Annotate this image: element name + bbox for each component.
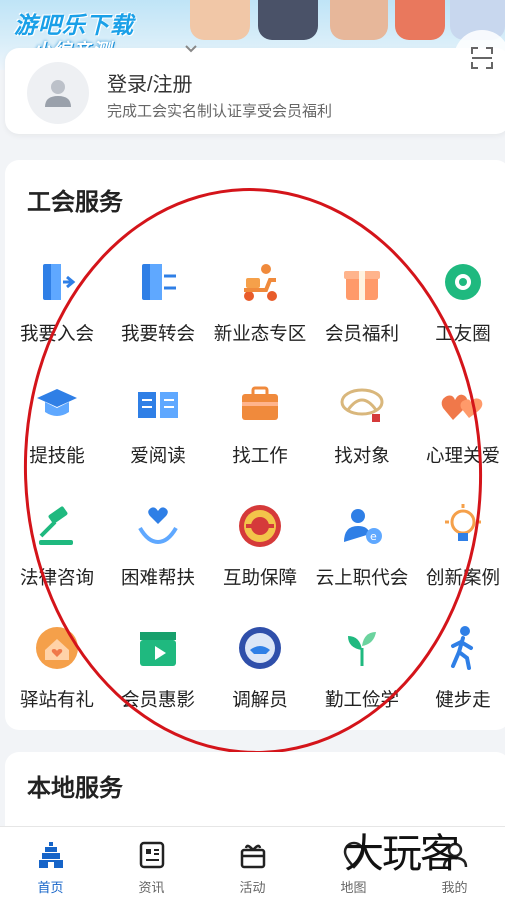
profile-icon (442, 842, 467, 868)
service-item[interactable]: 新业态专区 (209, 258, 311, 368)
nav-map[interactable]: 地图 (303, 827, 404, 898)
service-item[interactable]: 困难帮扶 (107, 502, 209, 612)
login-card[interactable]: 登录/注册 完成工会实名制认证享受会员福利 (5, 48, 505, 134)
service-label: 找工作 (232, 446, 288, 467)
svg-text:e: e (370, 530, 377, 543)
service-label: 互助保障 (222, 568, 297, 589)
nav-label: 首页 (37, 881, 64, 896)
login-subtitle: 完成工会实名制认证享受会员福利 (107, 102, 333, 120)
service-item[interactable]: 勤工俭学 (311, 624, 413, 734)
lightbulb-icon (439, 502, 487, 550)
service-item[interactable]: 健步走 (412, 624, 505, 734)
service-label: 健步走 (435, 690, 491, 711)
service-item[interactable]: 驿站有礼 (6, 624, 108, 734)
login-register-link[interactable]: 登录/注册 (107, 68, 193, 97)
chevron-down-icon[interactable] (184, 44, 198, 54)
delivery-scooter-icon (236, 258, 284, 306)
banner-illustration (395, 0, 445, 40)
service-label: 云上职代会 (315, 568, 409, 589)
nav-label: 活动 (239, 881, 266, 896)
service-label: 找对象 (334, 446, 390, 467)
service-item[interactable]: 互助保障 (209, 502, 311, 612)
service-label: 新业态专区 (213, 324, 307, 345)
service-item[interactable]: 找对象 (311, 380, 413, 490)
door-enter-icon (33, 258, 81, 306)
graduation-cap-icon (33, 380, 81, 428)
service-item[interactable]: 创新案例 (412, 502, 505, 612)
banner-illustration (330, 0, 388, 40)
nav-label: 我的 (441, 881, 468, 896)
service-label: 会员福利 (324, 324, 399, 345)
nav-label: 地图 (340, 881, 367, 896)
scan-button[interactable] (454, 30, 505, 86)
film-clapper-icon (134, 624, 182, 672)
service-label: 心理关爱 (425, 446, 500, 467)
nav-label: 资讯 (138, 881, 165, 896)
service-label: 法律咨询 (19, 568, 94, 589)
walking-person-icon (439, 624, 487, 672)
service-label: 驿站有礼 (19, 690, 94, 711)
nav-home[interactable]: 首页 (0, 827, 101, 898)
user-network-icon: e (338, 502, 386, 550)
helping-hands-icon (134, 502, 182, 550)
union-emblem-icon (236, 502, 284, 550)
service-item[interactable]: 找工作 (209, 380, 311, 490)
service-item[interactable]: 爱阅读 (107, 380, 209, 490)
hearts-icon (439, 380, 487, 428)
gift-box-icon (338, 258, 386, 306)
activity-gift-icon (240, 844, 265, 869)
camera-aperture-icon (439, 258, 487, 306)
user-avatar-icon (45, 80, 71, 107)
map-icon (343, 841, 364, 869)
service-item[interactable]: 会员福利 (311, 258, 413, 368)
avatar[interactable] (27, 62, 89, 124)
service-item[interactable]: 心理关爱 (412, 380, 505, 490)
service-item[interactable]: 我要入会 (6, 258, 108, 368)
service-item[interactable]: 法律咨询 (6, 502, 108, 612)
open-book-icon (134, 380, 182, 428)
gavel-icon (33, 502, 81, 550)
service-label: 爱阅读 (130, 446, 186, 467)
nav-news[interactable]: 资讯 (101, 827, 202, 898)
service-item[interactable]: 我要转会 (107, 258, 209, 368)
house-heart-icon (33, 624, 81, 672)
service-label: 工友圈 (435, 324, 491, 345)
service-item[interactable]: 调解员 (209, 624, 311, 734)
service-item[interactable]: 工友圈 (412, 258, 505, 368)
service-label: 困难帮扶 (120, 568, 195, 589)
service-label: 我要转会 (120, 324, 195, 345)
banner-illustration (258, 0, 318, 40)
service-item[interactable]: e 云上职代会 (311, 502, 413, 612)
service-label: 创新案例 (425, 568, 500, 589)
door-transfer-icon (134, 258, 182, 306)
section-title: 工会服务 (27, 188, 123, 216)
service-item[interactable]: 会员惠影 (107, 624, 209, 734)
banner-illustration (190, 0, 250, 40)
love-knot-icon (338, 380, 386, 428)
service-label: 勤工俭学 (324, 690, 399, 711)
nav-activity[interactable]: 活动 (202, 827, 303, 898)
nav-profile[interactable]: 我的 (404, 827, 505, 898)
briefcase-icon (236, 380, 284, 428)
service-item[interactable]: 提技能 (6, 380, 108, 490)
home-tower-icon (38, 842, 63, 868)
service-label: 提技能 (29, 446, 85, 467)
service-label: 调解员 (232, 690, 288, 711)
sprout-icon (338, 624, 386, 672)
scan-icon (471, 47, 493, 69)
watermark-title: 游吧乐下载 (14, 13, 134, 39)
news-icon (139, 841, 164, 869)
service-label: 我要入会 (19, 324, 94, 345)
bottom-nav: 首页 资讯 活动 地图 我的 (0, 826, 505, 898)
section-title: 本地服务 (27, 774, 123, 802)
mediation-badge-icon (236, 624, 284, 672)
service-label: 会员惠影 (120, 690, 195, 711)
